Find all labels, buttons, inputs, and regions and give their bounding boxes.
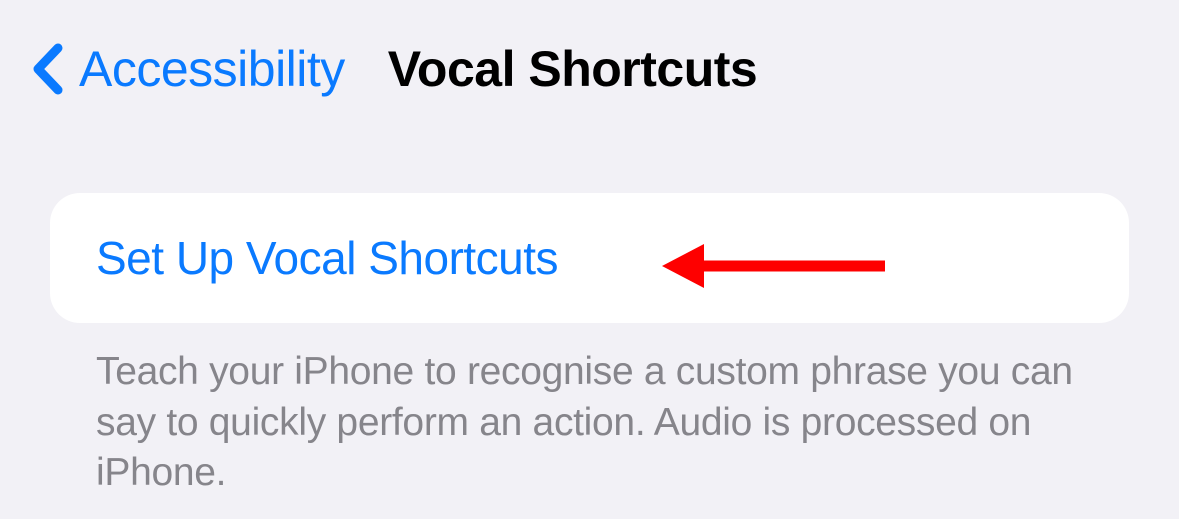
content-area: Set Up Vocal Shortcuts Teach your iPhone… [0, 98, 1179, 499]
page-title: Vocal Shortcuts [388, 40, 757, 98]
back-chevron-icon[interactable] [30, 42, 64, 96]
footer-description: Teach your iPhone to recognise a custom … [50, 323, 1129, 499]
settings-card: Set Up Vocal Shortcuts [50, 193, 1129, 323]
back-button-label[interactable]: Accessibility [79, 40, 345, 98]
setup-vocal-shortcuts-link[interactable]: Set Up Vocal Shortcuts [96, 232, 558, 284]
navbar: Accessibility Vocal Shortcuts [0, 0, 1179, 98]
